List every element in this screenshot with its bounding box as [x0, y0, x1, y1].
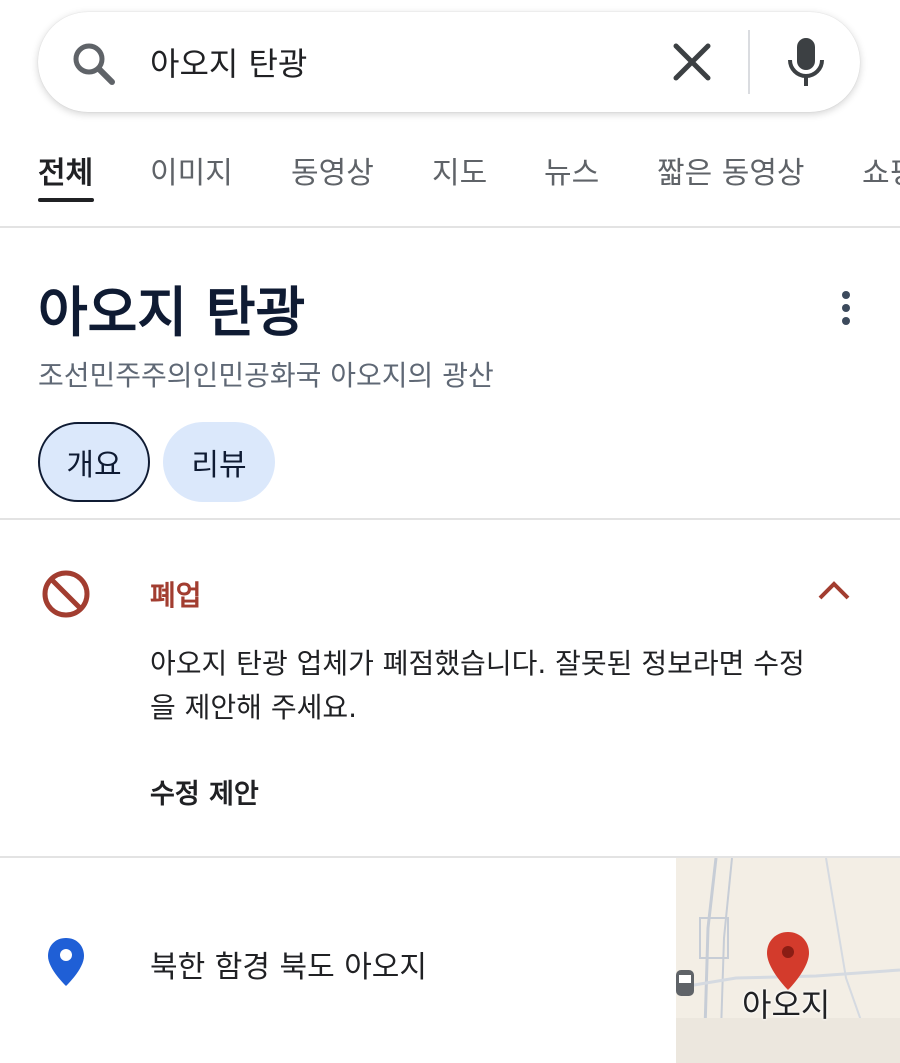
active-tab-indicator: [38, 198, 94, 202]
search-input[interactable]: 아오지 탄광: [150, 34, 650, 90]
search-bar[interactable]: 아오지 탄광: [38, 12, 860, 112]
status-badge: 폐업: [150, 579, 202, 612]
more-vert-icon[interactable]: [830, 290, 862, 326]
no-entry-icon: [42, 570, 90, 618]
chip-overview[interactable]: 개요: [38, 422, 150, 502]
status-description: 아오지 탄광 업체가 폐점했습니다. 잘못된 정보라면 수정을 제안해 주세요.: [150, 647, 805, 724]
close-icon[interactable]: [670, 40, 714, 84]
search-icon[interactable]: [70, 40, 116, 86]
divider: [0, 518, 900, 520]
tab-images[interactable]: 이미지: [150, 148, 233, 192]
suggest-edit-link[interactable]: 수정 제안: [150, 772, 259, 811]
tab-news[interactable]: 뉴스: [544, 148, 599, 192]
tab-short-videos[interactable]: 짧은 동영상: [657, 148, 805, 192]
tab-shopping[interactable]: 쇼핑: [862, 148, 900, 192]
search-tabs: 전체 이미지 동영상 지도 뉴스 짧은 동영상 쇼핑: [0, 140, 900, 228]
tab-all[interactable]: 전체: [38, 148, 93, 192]
chip-reviews[interactable]: 리뷰: [163, 422, 275, 502]
tab-maps[interactable]: 지도: [432, 148, 487, 192]
mic-icon[interactable]: [786, 36, 826, 90]
page-title: 아오지 탄광: [38, 281, 306, 344]
address-text[interactable]: 북한 함경 북도 아오지: [150, 942, 427, 986]
divider: [0, 226, 900, 228]
location-pin-icon: [48, 938, 84, 986]
map-thumbnail[interactable]: 아오지: [676, 858, 900, 1063]
map-label: 아오지: [742, 986, 831, 1024]
place-subtitle: 조선민주주의인민공화국 아오지의 광산: [38, 359, 494, 392]
search-divider: [748, 30, 750, 94]
chevron-up-icon[interactable]: [816, 576, 852, 602]
tab-videos[interactable]: 동영상: [291, 148, 374, 192]
